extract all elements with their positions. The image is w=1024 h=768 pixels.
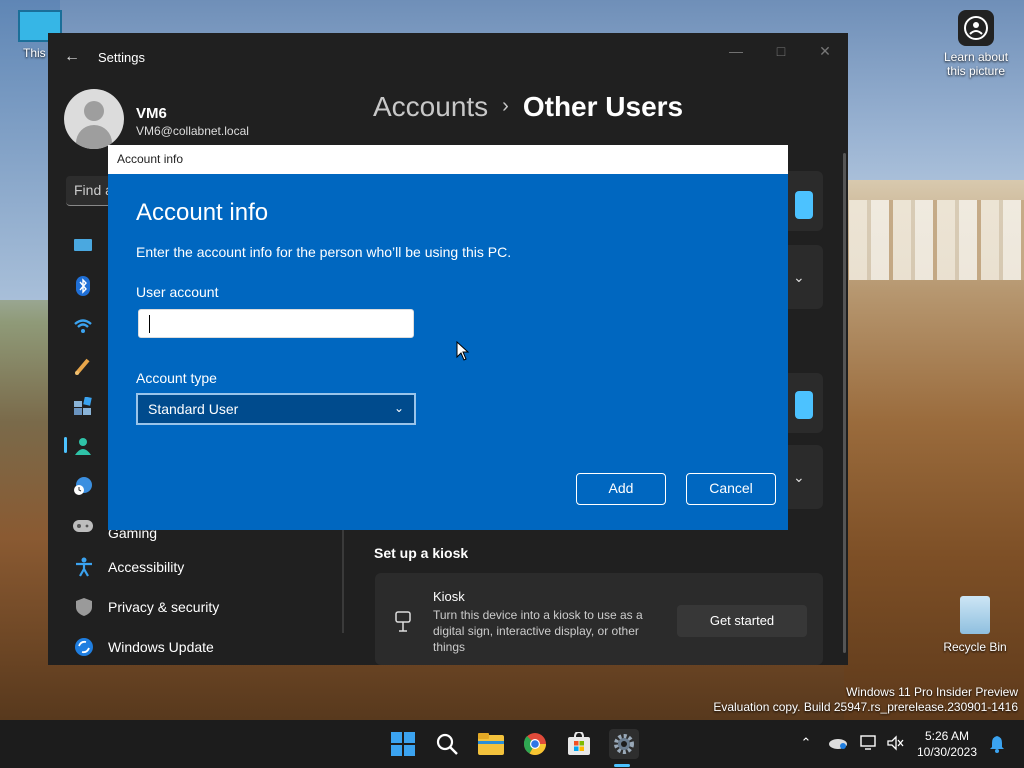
clock-date: 10/30/2023: [916, 745, 978, 759]
breadcrumb: Accounts › Other Users: [373, 91, 683, 123]
dialog-titlebar: Account info: [108, 145, 788, 174]
recycle-bin-icon: [960, 596, 990, 634]
search-icon[interactable]: [433, 730, 461, 758]
watermark-line2: Evaluation copy. Build 25947.rs_prerelea…: [713, 700, 1018, 714]
file-explorer-icon[interactable]: [477, 730, 505, 758]
kiosk-description: Turn this device into a kiosk to use as …: [433, 608, 643, 654]
update-icon: [74, 637, 94, 657]
breadcrumb-parent[interactable]: Accounts: [373, 91, 488, 122]
page-title: Other Users: [522, 91, 684, 122]
add-family-button[interactable]: [795, 391, 813, 419]
notification-bell-icon[interactable]: [988, 735, 1006, 753]
personalization-brush-icon[interactable]: [72, 355, 94, 377]
sidebar-item-label: Windows Update: [108, 639, 214, 655]
accessibility-icon: [74, 557, 94, 577]
close-button[interactable]: ✕: [810, 41, 840, 61]
kiosk-title: Kiosk: [433, 589, 465, 604]
watermark-line1: Windows 11 Pro Insider Preview: [846, 685, 1018, 699]
time-language-icon[interactable]: [72, 475, 94, 497]
dialog-description: Enter the account info for the person wh…: [136, 244, 512, 260]
start-windows-icon[interactable]: [389, 730, 417, 758]
settings-titlebar: ← Settings — □ ✕: [48, 33, 848, 81]
user-email: VM6@collabnet.local: [136, 124, 249, 138]
chevron-down-icon[interactable]: ⌄: [793, 469, 805, 486]
user-account-input[interactable]: [138, 309, 414, 338]
settings-gear-icon[interactable]: [609, 729, 639, 759]
avatar-head: [84, 101, 104, 121]
desktop-icon-label: Recycle Bin: [943, 640, 1007, 654]
cancel-button[interactable]: Cancel: [686, 473, 776, 505]
system-icon[interactable]: [72, 235, 94, 257]
add-account-button[interactable]: [795, 191, 813, 219]
kiosk-card: Kiosk Turn this device into a kiosk to u…: [375, 573, 823, 665]
breadcrumb-separator: ›: [502, 95, 509, 117]
add-button[interactable]: Add: [576, 473, 666, 505]
account-type-label: Account type: [136, 370, 217, 386]
nav-selected-indicator: [64, 437, 67, 453]
account-info-dialog: Account info Account info Enter the acco…: [108, 145, 788, 530]
avatar-body: [76, 125, 112, 149]
section-title-kiosk: Set up a kiosk: [374, 545, 469, 561]
network-icon[interactable]: [860, 735, 878, 753]
wifi-icon[interactable]: [72, 315, 94, 337]
desktop-icon-learn-about-picture[interactable]: Learn about this picture: [936, 10, 1016, 78]
volume-muted-icon[interactable]: [886, 735, 904, 753]
dialog-heading: Account info: [136, 199, 269, 226]
app-title: Settings: [98, 50, 145, 65]
desktop-wallpaper-town: [849, 200, 1024, 280]
microsoft-store-icon[interactable]: [565, 730, 593, 758]
user-account-label: User account: [136, 284, 219, 300]
desktop-icon-recycle-bin[interactable]: Recycle Bin: [940, 596, 1010, 654]
clock-time: 5:26 AM: [924, 729, 970, 743]
account-type-select[interactable]: Standard User ⌄: [136, 393, 416, 425]
sidebar-item-label: Privacy & security: [108, 599, 220, 615]
apps-icon[interactable]: [72, 395, 94, 417]
account-type-value: Standard User: [148, 401, 239, 417]
taskbar: ⌃ 5:26 AM 10/30/2023: [0, 720, 1024, 768]
user-name: VM6: [136, 105, 167, 122]
chevron-down-icon: ⌄: [393, 401, 404, 415]
sidebar-item-label: Accessibility: [108, 559, 185, 575]
accounts-person-icon[interactable]: [72, 435, 94, 457]
chrome-icon[interactable]: [521, 730, 549, 758]
shield-icon: [74, 597, 94, 617]
avatar: [64, 89, 124, 149]
active-app-indicator: [614, 764, 630, 767]
bluetooth-icon[interactable]: [72, 275, 94, 297]
chevron-up-icon[interactable]: ⌃: [797, 735, 815, 753]
scrollbar[interactable]: [843, 153, 846, 653]
desktop-icon-label: Learn about this picture: [943, 50, 1009, 78]
sidebar-item-privacy-security[interactable]: Privacy & security: [64, 589, 340, 625]
minimize-button[interactable]: —: [721, 41, 751, 61]
onedrive-icon[interactable]: [828, 735, 847, 753]
maximize-button[interactable]: □: [766, 41, 796, 61]
camera-icon: [958, 10, 994, 46]
sidebar-item-accessibility[interactable]: Accessibility: [64, 549, 340, 585]
chevron-down-icon[interactable]: ⌄: [793, 269, 805, 286]
back-arrow-icon[interactable]: ←: [62, 47, 82, 67]
taskbar-clock[interactable]: 5:26 AM 10/30/2023: [912, 728, 982, 760]
sidebar-item-windows-update[interactable]: Windows Update: [64, 629, 340, 665]
windows-watermark: Windows 11 Pro Insider Preview Evaluatio…: [713, 685, 1018, 715]
get-started-button[interactable]: Get started: [677, 605, 807, 637]
kiosk-device-icon: [395, 611, 413, 632]
text-caret: [149, 315, 150, 333]
